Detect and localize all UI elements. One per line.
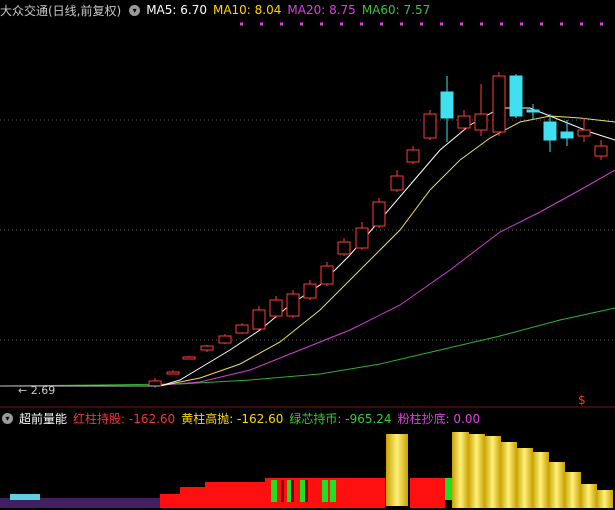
candle-body[interactable] (148, 380, 162, 387)
sub-bar-darkred (281, 480, 284, 502)
sub-bar-green (445, 478, 453, 500)
candle-body[interactable] (594, 145, 608, 157)
candle-body[interactable] (269, 299, 283, 317)
candle-body[interactable] (509, 75, 523, 117)
ma5-line (0, 107, 615, 387)
sub-bar-green (330, 480, 336, 502)
sub-bar-yellow (500, 442, 517, 508)
candle-body[interactable] (235, 324, 249, 334)
sub-bar-yellow (484, 436, 501, 508)
sub-bar-darkred (291, 480, 294, 502)
candle-body[interactable] (355, 227, 369, 249)
candle-body[interactable] (182, 356, 196, 360)
candle-body[interactable] (423, 113, 437, 139)
candle-body[interactable] (218, 335, 232, 344)
ma10-line (0, 115, 615, 387)
sub-bar-yellow (580, 484, 597, 508)
ma20-line (0, 169, 615, 387)
sub-bar-yellow (452, 432, 469, 508)
candle-body[interactable] (543, 121, 557, 141)
candle-body[interactable] (577, 129, 591, 137)
sub-bar-red (205, 482, 265, 508)
low-price-marker: ← 2.69 (18, 384, 55, 397)
candle-body[interactable] (303, 283, 317, 299)
candle-body[interactable] (390, 175, 404, 191)
sub-bar-yellow (564, 472, 581, 508)
candle-body[interactable] (526, 109, 540, 113)
candle-body[interactable] (560, 131, 574, 139)
candle-body[interactable] (457, 115, 471, 129)
sub-bar-red (410, 478, 445, 508)
sub-bar-red (160, 494, 180, 508)
sub-bar-yellow (386, 434, 408, 506)
sub-bar-green (271, 480, 277, 502)
candle-body[interactable] (337, 241, 351, 255)
candle-body[interactable] (320, 265, 334, 285)
sub-bar-yellow (532, 452, 549, 508)
sub-bar-yellow (548, 462, 565, 508)
candle-body[interactable] (440, 91, 454, 119)
sub-bar-red (180, 487, 205, 508)
sub-bar-darkred (305, 480, 308, 502)
candle-body[interactable] (406, 149, 420, 163)
gridlines (0, 119, 615, 341)
sub-bar-yellow (516, 448, 533, 508)
sub-bar-yellow (596, 490, 613, 508)
sub-bar-yellow (468, 434, 485, 508)
candle-body[interactable] (166, 371, 180, 375)
candle-body[interactable] (252, 309, 266, 330)
candle-body[interactable] (200, 345, 214, 351)
candlestick-chart[interactable]: ← 2.69 $ (0, 0, 615, 510)
candle-body[interactable] (286, 293, 300, 317)
candle-body[interactable] (372, 201, 386, 227)
candle-body[interactable] (492, 75, 506, 133)
sub-bar-green (322, 480, 328, 502)
sub-bar-cyan (10, 494, 40, 500)
candle-body[interactable] (474, 113, 488, 131)
event-flag-icon[interactable]: $ (578, 393, 586, 407)
